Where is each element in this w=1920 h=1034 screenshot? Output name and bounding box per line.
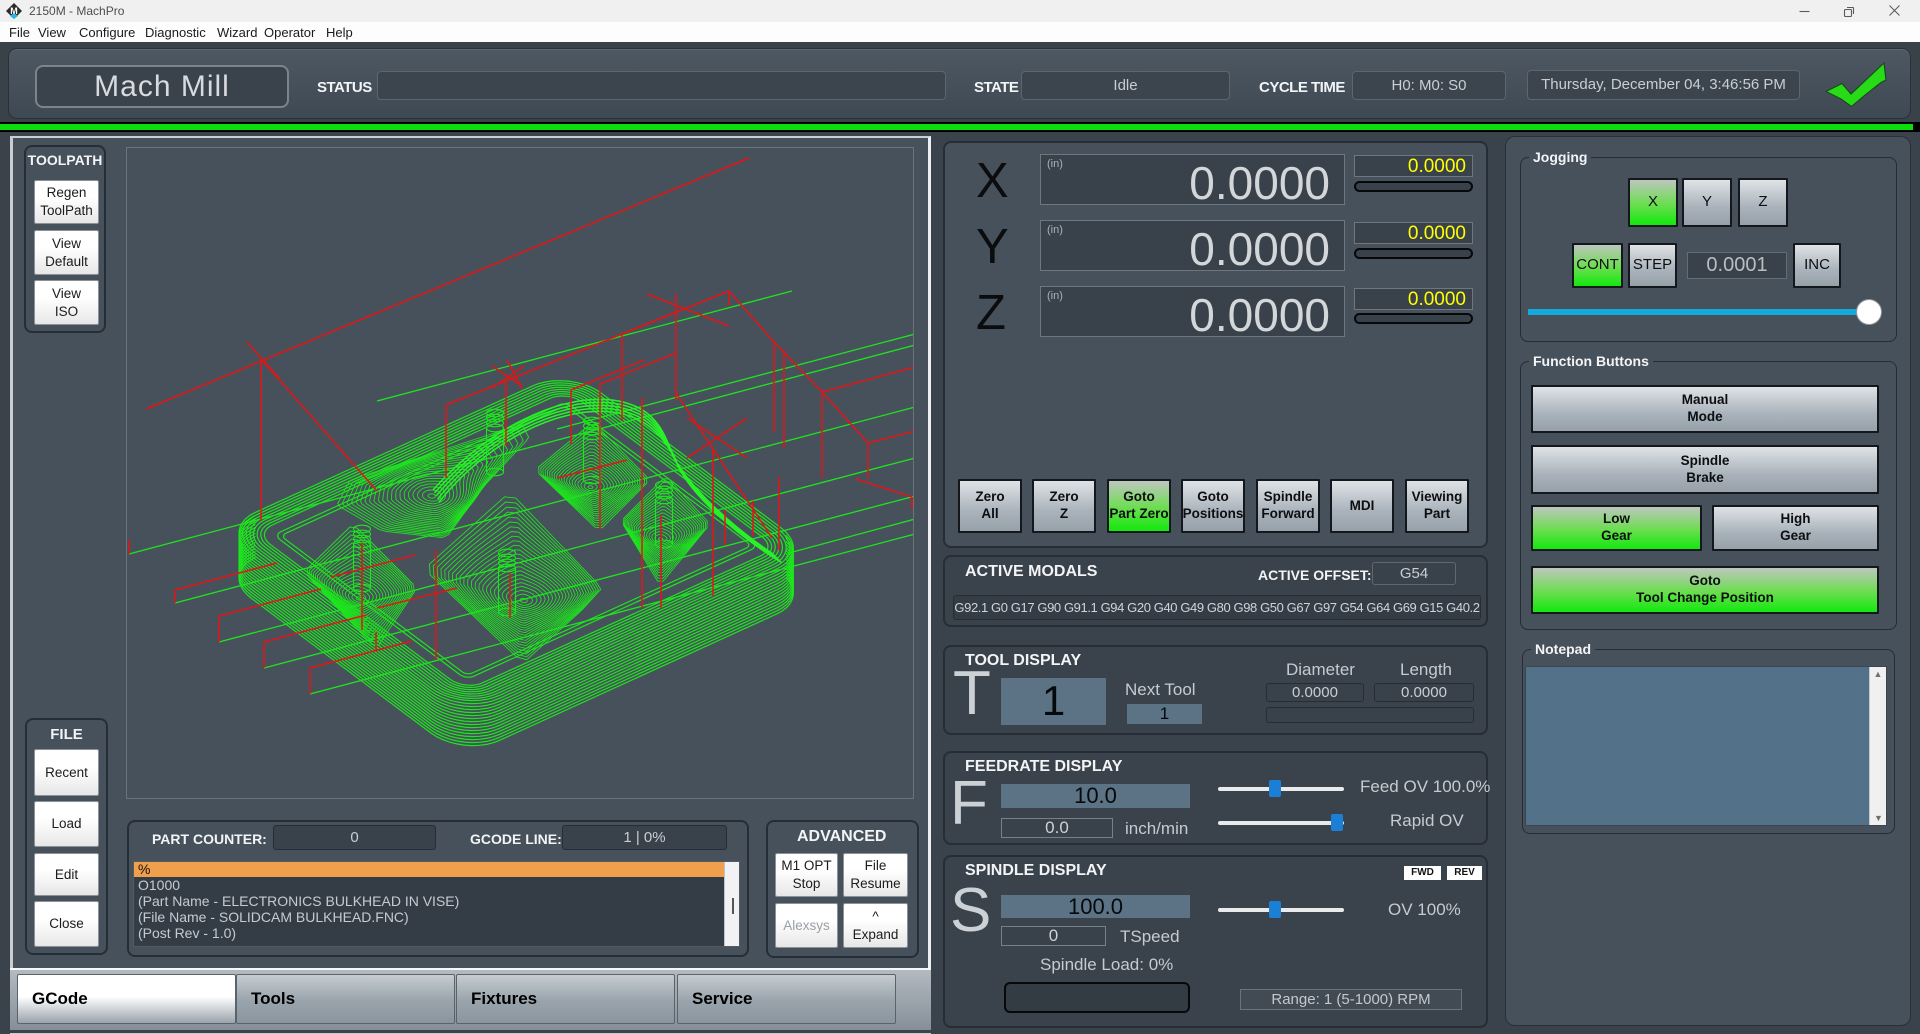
- svg-text:M: M: [10, 6, 18, 16]
